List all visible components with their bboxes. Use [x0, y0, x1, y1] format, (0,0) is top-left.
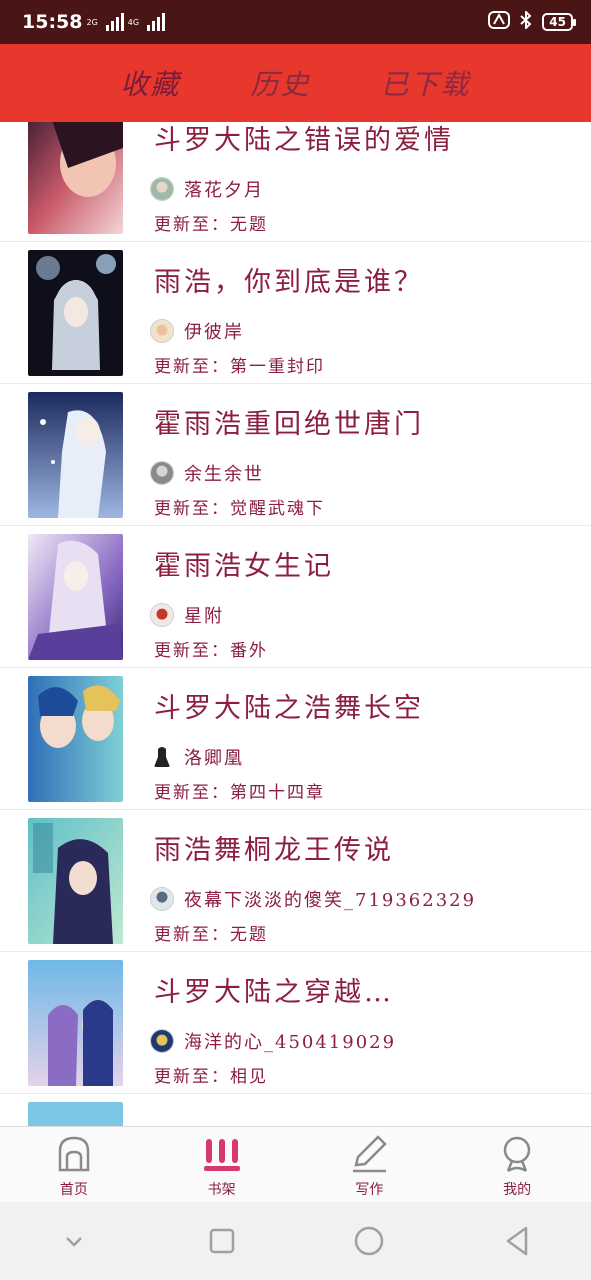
author-name: 余生余世	[184, 464, 264, 485]
book-title: 雨浩，你到底是谁？	[154, 267, 424, 298]
author-name: 洛卿凰	[184, 748, 244, 769]
book-title: 斗罗大陆之错误的爱情	[154, 125, 454, 156]
nav-home[interactable]: 首页	[0, 1127, 148, 1202]
list-item[interactable]: 斗罗大陆之错误的爱情 落花夕月 更新至：无题	[0, 122, 591, 242]
update-status: 更新至：无题	[154, 215, 268, 235]
bottom-nav: 首页 书架 写作 我的	[0, 1126, 591, 1202]
header-tabs: 收藏 历史 已下载	[0, 44, 591, 122]
battery-indicator: 45	[542, 13, 576, 31]
book-cover	[28, 960, 123, 1086]
author-name: 伊彼岸	[184, 322, 244, 343]
nav-write-label: 写作	[355, 1182, 384, 1198]
book-title: 霍雨浩女生记	[154, 551, 334, 582]
nav-write[interactable]: 写作	[296, 1127, 444, 1202]
bookshelf-icon	[203, 1139, 240, 1171]
book-cover	[28, 122, 123, 234]
book-title: 斗罗大陆之浩舞长空	[154, 693, 424, 724]
update-status: 更新至：番外	[154, 641, 268, 661]
author-avatar	[150, 603, 174, 627]
nav-bookshelf-label: 书架	[207, 1182, 236, 1198]
author-avatar	[150, 887, 174, 911]
pen-icon	[353, 1135, 388, 1173]
profile-icon	[503, 1136, 531, 1173]
clock: 15:58	[22, 11, 83, 33]
signal-icon-1	[105, 13, 124, 31]
home-circle-icon[interactable]	[352, 1224, 386, 1258]
home-icon	[58, 1136, 90, 1172]
list-item[interactable]: 雨浩舞桐龙王传说 夜幕下淡淡的傻笑_719362329 更新至：无题	[0, 810, 591, 952]
list-item[interactable]: 霍雨浩重回绝世唐门 余生余世 更新至：觉醒武魂下	[0, 384, 591, 526]
book-title: 斗罗大陆之穿越…	[154, 977, 394, 1008]
chevron-down-icon[interactable]	[57, 1224, 91, 1258]
bluetooth-icon	[520, 9, 532, 33]
author-avatar	[150, 745, 174, 769]
nav-profile-label: 我的	[503, 1182, 532, 1198]
author-avatar	[150, 461, 174, 485]
book-title: 霍雨浩重回绝世唐门	[154, 409, 424, 440]
author-name: 海洋的心_450419029	[184, 1032, 397, 1053]
update-status: 更新至：无题	[154, 925, 268, 945]
author-avatar	[150, 1029, 174, 1053]
list-item[interactable]: 斗罗大陆之穿越… 海洋的心_450419029 更新至：相见	[0, 952, 591, 1094]
book-cover	[28, 534, 123, 660]
list-item[interactable]: 霍雨浩女生记 星附 更新至：番外	[0, 526, 591, 668]
author-name: 落花夕月	[184, 180, 264, 201]
system-nav-bar	[0, 1202, 591, 1280]
nav-profile[interactable]: 我的	[443, 1127, 591, 1202]
tab-downloaded[interactable]: 已下载	[381, 63, 471, 103]
recent-apps-icon[interactable]	[205, 1224, 239, 1258]
book-cover	[28, 818, 123, 944]
author-avatar	[150, 177, 174, 201]
book-cover	[28, 676, 123, 802]
update-status: 更新至：第一重封印	[154, 357, 325, 377]
tab-favorites[interactable]: 收藏	[120, 63, 180, 103]
book-cover	[28, 250, 123, 376]
list-item[interactable]: 斗罗大陆之浩舞长空 洛卿凰 更新至：第四十四章	[0, 668, 591, 810]
nav-bookshelf[interactable]: 书架	[148, 1127, 296, 1202]
network-type-1: 2G	[86, 17, 98, 27]
author-name: 夜幕下淡淡的傻笑_719362329	[184, 890, 477, 911]
list-item[interactable]: 雨浩，你到底是谁？ 伊彼岸 更新至：第一重封印	[0, 242, 591, 384]
status-bar: 15:58 2G 4G 45	[0, 0, 591, 44]
author-avatar	[150, 319, 174, 343]
signal-icon-2	[147, 13, 166, 31]
nfc-icon	[488, 11, 511, 33]
book-list: 斗罗大陆之错误的爱情 落花夕月 更新至：无题 雨浩，你到底是谁？ 伊彼岸 更新至…	[0, 122, 591, 1126]
book-title: 雨浩舞桐龙王传说	[154, 835, 394, 866]
update-status: 更新至：相见	[154, 1067, 268, 1087]
tab-history[interactable]: 历史	[250, 63, 310, 103]
book-cover	[28, 392, 123, 518]
book-cover	[28, 1102, 123, 1126]
update-status: 更新至：第四十四章	[154, 783, 325, 803]
network-type-2: 4G	[127, 17, 140, 27]
update-status: 更新至：觉醒武魂下	[154, 499, 325, 519]
list-item[interactable]	[0, 1094, 591, 1126]
nav-home-label: 首页	[59, 1182, 88, 1198]
back-icon[interactable]	[500, 1224, 534, 1258]
author-name: 星附	[184, 606, 224, 627]
